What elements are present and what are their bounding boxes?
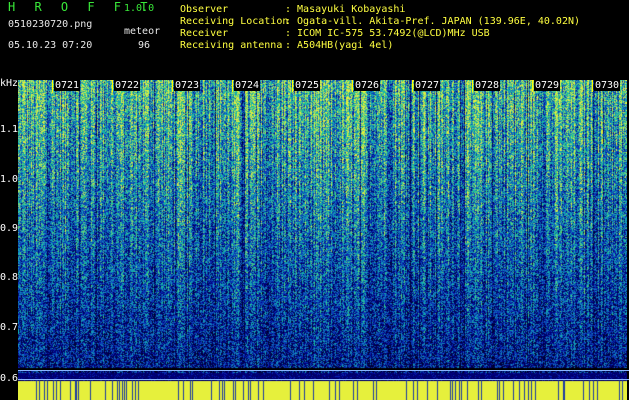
time-tick-label: 0722 (114, 80, 141, 91)
time-tick-line (112, 80, 113, 92)
time-tick-label: 0724 (234, 80, 261, 91)
time-tick-label: 0721 (54, 80, 81, 91)
time-tick-line (352, 80, 353, 92)
y-tick-label-1.0: 1.0 (0, 174, 19, 185)
time-tick-line (172, 80, 173, 92)
y-tick-label-0.9: 0.9 (0, 223, 19, 234)
time-tick-line (52, 80, 53, 92)
spectrogram-image (18, 80, 627, 400)
antenna-value: : A504HB(yagi 4el) (285, 40, 394, 51)
time-tick-label: 0725 (294, 80, 321, 91)
y-tick-label-0.6: 0.6 (0, 373, 19, 384)
observer-label: Observer (180, 4, 229, 15)
date-time: 05.10.23 07:20 (8, 40, 93, 51)
receiver-value: : ICOM IC-575 53.7492(@LCD)MHz USB (285, 28, 490, 39)
y-tick-label-0.8: 0.8 (0, 272, 19, 283)
time-tick-line (592, 80, 593, 92)
meteor-count: 96 (138, 40, 151, 51)
frequency-axis: kHz 1.1 1.0 0.9 0.8 0.7 0.6 (0, 78, 18, 400)
reference-line (18, 379, 629, 380)
mode-label: meteor (124, 26, 161, 37)
time-tick-line (412, 80, 413, 92)
location-label: Receiving Location (180, 16, 289, 27)
time-tick-label: 0727 (414, 80, 441, 91)
frequency-unit-label: kHz (0, 78, 19, 89)
antenna-label: Receiving antenna (180, 40, 283, 51)
time-axis: 0721 0722 0723 0724 0725 0726 0727 0728 … (18, 80, 627, 92)
time-tick-line (232, 80, 233, 92)
time-tick-label: 0723 (174, 80, 201, 91)
time-tick-line (472, 80, 473, 92)
location-value: : Ogata-vill. Akita-Pref. JAPAN (139.96E… (285, 16, 581, 27)
reference-line (18, 370, 629, 371)
y-tick-label-1.1: 1.1 (0, 124, 19, 135)
time-tick-label: 0728 (474, 80, 501, 91)
app-version: 1.0.0 (124, 3, 155, 14)
time-tick-label: 0726 (354, 80, 381, 91)
header-panel: H R O F F T 1.0.0 0510230720.png meteor … (0, 0, 629, 78)
receiver-label: Receiver (180, 28, 229, 39)
time-tick-label: 0729 (534, 80, 561, 91)
time-tick-line (532, 80, 533, 92)
time-tick-line (292, 80, 293, 92)
file-name: 0510230720.png (8, 19, 93, 30)
y-tick-label-0.7: 0.7 (0, 322, 19, 333)
time-tick-label: 0730 (594, 80, 621, 91)
observer-value: : Masayuki Kobayashi (285, 4, 406, 15)
spectrogram-plot: 0721 0722 0723 0724 0725 0726 0727 0728 … (18, 80, 627, 400)
